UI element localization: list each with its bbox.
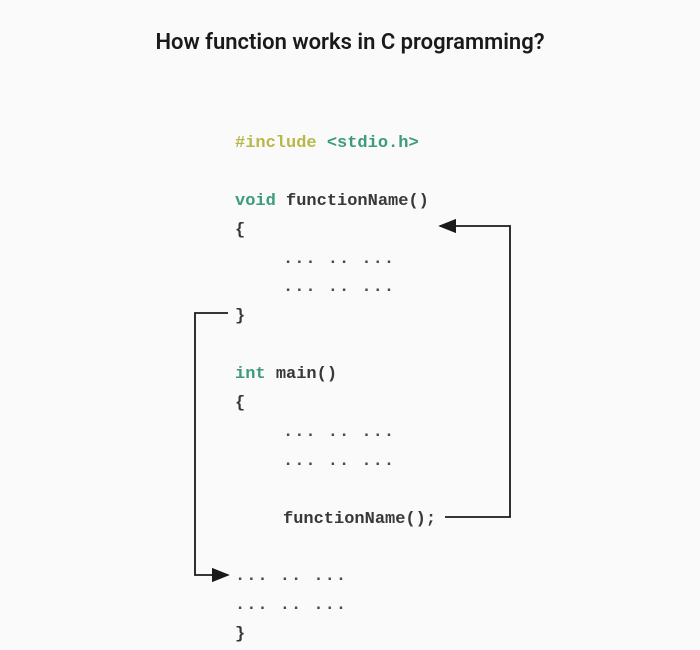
include-header: <stdio.h> [327,134,419,153]
func-call: functionName(); [283,510,436,529]
return-arrow [195,313,228,575]
code-line-brace-close: } [235,621,436,650]
code-line-brace-open: { [235,217,436,246]
call-arrow [440,226,510,517]
code-line-dots: ... .. ... [235,419,436,448]
code-line-func-call: functionName(); [235,506,436,535]
code-line-func-sig: void functionName() [235,188,436,217]
code-line-dots: ... .. ... [235,448,436,477]
code-diagram: #include <stdio.h> void functionName() {… [235,130,436,650]
code-line-include: #include <stdio.h> [235,130,436,159]
code-line-dots: ... .. ... [235,246,436,275]
int-keyword: int [235,365,266,384]
func-name: functionName() [286,192,429,211]
code-line-blank [235,159,436,188]
code-line-dots: ... .. ... [235,274,436,303]
void-keyword: void [235,192,276,211]
code-line-brace-close: } [235,303,436,332]
code-line-dots: ... .. ... [235,592,436,621]
code-line-brace-open: { [235,390,436,419]
code-line-blank [235,477,436,506]
code-line-dots: ... .. ... [235,563,436,592]
code-line-blank [235,534,436,563]
include-keyword: #include [235,134,317,153]
main-name: main() [276,365,337,384]
code-line-main-sig: int main() [235,361,436,390]
page-title: How function works in C programming? [0,30,700,55]
code-line-blank [235,332,436,361]
